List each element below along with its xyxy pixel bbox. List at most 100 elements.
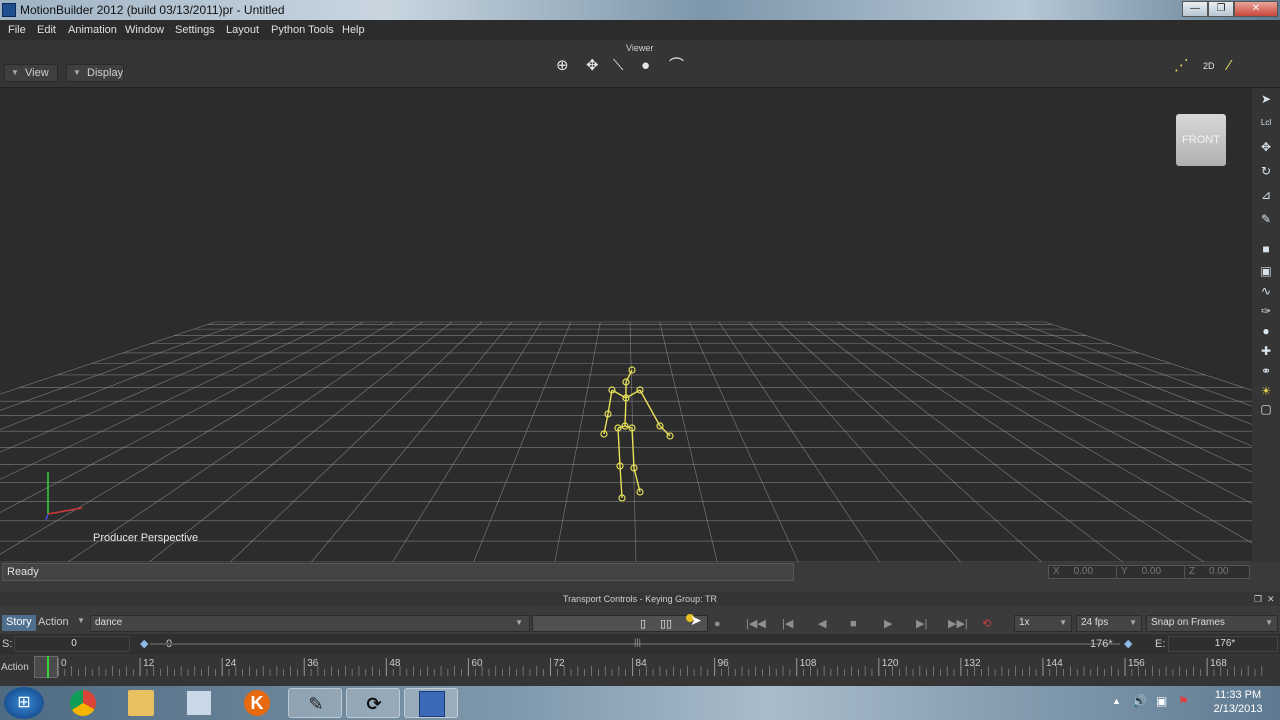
zoom-tool-icon[interactable]: ⟍ <box>613 58 624 74</box>
status-text: Ready <box>2 563 794 581</box>
lcl-button[interactable]: Lcl <box>1259 116 1273 130</box>
range-slider-grip-icon[interactable]: ||| <box>634 637 641 647</box>
3d-viewport[interactable]: FRONT Producer Perspective <box>0 88 1252 562</box>
mouse-cursor-icon: ➤ <box>690 612 702 628</box>
close-panel-icon[interactable]: ✕ <box>1267 594 1275 605</box>
taskbar-motionbuilder[interactable]: ⟳ <box>346 688 400 718</box>
range-end-handle-icon[interactable]: ◆ <box>1124 637 1132 650</box>
key-single-icon[interactable]: ▯ <box>640 616 646 632</box>
keyframe-tool-icon[interactable]: ⋰ <box>1174 58 1189 74</box>
speed-selector[interactable]: 1x ▼ <box>1014 615 1072 632</box>
menu-animation[interactable]: Animation <box>68 24 117 36</box>
record-icon[interactable]: ● <box>714 616 721 632</box>
maximize-panel-icon[interactable]: ❐ <box>1254 594 1262 605</box>
tab-story[interactable]: Story <box>2 615 36 631</box>
menu-layout[interactable]: Layout <box>226 24 259 36</box>
menu-python-tools[interactable]: Python Tools <box>271 24 334 36</box>
end-frame-field[interactable]: 176* <box>1168 636 1278 652</box>
curve-icon[interactable]: ∿ <box>1259 284 1273 298</box>
sphere-icon[interactable]: ● <box>1259 324 1273 338</box>
chevron-down-icon: ▼ <box>77 616 85 625</box>
key-double-icon[interactable]: ▯▯ <box>660 616 672 632</box>
start-label: S: <box>2 638 13 650</box>
minimize-button[interactable]: — <box>1182 1 1208 17</box>
next-key-icon[interactable]: ▶| <box>916 616 927 632</box>
cube-icon[interactable]: ▣ <box>1259 264 1273 278</box>
menu-window[interactable]: Window <box>125 24 164 36</box>
ruler-tick-label: 60 <box>471 658 483 669</box>
menu-edit[interactable]: Edit <box>37 24 56 36</box>
taskbar-media[interactable] <box>404 688 458 718</box>
scale-icon[interactable]: ⊿ <box>1259 188 1273 202</box>
constraint-icon[interactable]: ⚭ <box>1259 364 1273 378</box>
mode-2d-button[interactable]: 2D <box>1203 58 1215 74</box>
snap-selector[interactable]: Snap on Frames ▼ <box>1146 615 1278 632</box>
clock-time: 11:33 PM <box>1214 689 1262 701</box>
take-selector[interactable]: dance ▼ <box>90 615 530 632</box>
volume-icon[interactable]: 🔊 <box>1132 694 1147 708</box>
display-button-label: Display <box>87 67 124 79</box>
clock-date: 2/13/2013 <box>1213 703 1263 715</box>
stop-icon[interactable]: ■ <box>850 616 857 632</box>
k-app-icon: K <box>244 690 270 716</box>
taskbar-inkscape[interactable]: ✎ <box>288 688 342 718</box>
goto-start-icon[interactable]: |◀◀ <box>746 616 766 632</box>
ruler-tick-label: 24 <box>225 658 237 669</box>
end-label: E: <box>1155 638 1166 650</box>
time-range-bar: S: 0 ◆ 0 ||| 176* ◆ E: 176* <box>0 634 1280 654</box>
translate-icon[interactable]: ✥ <box>1259 140 1273 154</box>
roll-tool-icon[interactable]: ⌒ <box>669 58 684 74</box>
ruler-tick-label: 0 <box>61 658 67 669</box>
taskbar-k-app[interactable]: K <box>230 688 284 718</box>
light-icon[interactable]: ☀ <box>1259 384 1273 398</box>
taskbar-chrome[interactable] <box>56 688 110 718</box>
rotate-icon[interactable]: ↻ <box>1259 164 1273 178</box>
start-button[interactable]: ⊞ <box>4 687 44 719</box>
viewer-header: Viewer ▼ View ▼ Display <box>0 40 1280 88</box>
menu-file[interactable]: File <box>8 24 26 36</box>
action-center-icon[interactable]: ⚑ <box>1178 694 1189 708</box>
dolly-tool-icon[interactable]: ● <box>641 58 650 74</box>
start-frame-field[interactable]: 0 <box>14 636 130 652</box>
pick-tool-icon[interactable]: ⁄ <box>1228 58 1231 74</box>
taskbar-explorer[interactable] <box>114 688 168 718</box>
loop-icon[interactable]: ⟲ <box>982 616 991 632</box>
viewer-label: Viewer <box>626 43 654 53</box>
skeleton-icon[interactable]: ✚ <box>1259 344 1273 358</box>
view-menu-button[interactable]: ▼ View <box>4 64 58 82</box>
coord-z-field[interactable]: Z 0.00 <box>1184 565 1250 579</box>
display-menu-button[interactable]: ▼ Display <box>66 64 124 82</box>
system-clock[interactable]: 11:33 PM 2/13/2013 <box>1198 688 1278 716</box>
menu-bar: File Edit Animation Window Settings Layo… <box>0 20 1280 40</box>
restore-button[interactable]: ❐ <box>1208 1 1234 17</box>
network-icon[interactable]: ▣ <box>1156 694 1167 708</box>
ruler-tick-label: 84 <box>635 658 647 669</box>
menu-settings[interactable]: Settings <box>175 24 215 36</box>
pan-tool-icon[interactable]: ✥ <box>586 58 599 74</box>
chevron-down-icon: ▼ <box>1129 618 1137 627</box>
prev-key-icon[interactable]: |◀ <box>782 616 793 632</box>
motionbuilder-icon: ⟳ <box>366 694 382 714</box>
menu-help[interactable]: Help <box>342 24 365 36</box>
fps-selector[interactable]: 24 fps ▼ <box>1076 615 1142 632</box>
select-arrow-icon[interactable]: ➤ <box>1259 92 1273 106</box>
tab-action[interactable]: Action <box>34 615 73 631</box>
keying-mode-bar <box>532 615 708 632</box>
taskbar-calculator[interactable] <box>172 688 226 718</box>
nav-cube[interactable]: FRONT <box>1176 114 1226 166</box>
range-start-handle-icon[interactable]: ◆ <box>140 637 148 650</box>
frame-icon[interactable]: ▢ <box>1259 402 1273 416</box>
play-icon[interactable]: ▶ <box>884 616 892 632</box>
coord-y-field[interactable]: Y 0.00 <box>1116 565 1186 579</box>
coord-x-field[interactable]: X 0.00 <box>1048 565 1118 579</box>
play-reverse-icon[interactable]: ◀ <box>818 616 826 632</box>
pencil-icon[interactable]: ✎ <box>1259 212 1273 226</box>
timeline-ruler[interactable]: Action 0 12 24 36 48 60 72 84 96 108 120 132 144 156 1… <box>0 654 1280 686</box>
close-button[interactable]: ✕ <box>1234 1 1278 17</box>
tray-expand-icon[interactable]: ▲ <box>1112 696 1121 706</box>
paint-icon[interactable]: ✑ <box>1259 304 1273 318</box>
goto-end-icon[interactable]: ▶▶| <box>948 616 968 632</box>
windows-taskbar: ⊞ K ✎ ⟳ ▲ 🔊 ▣ ⚑ 11:33 PM 2/13/2013 <box>0 686 1280 720</box>
orbit-tool-icon[interactable]: ⊕ <box>556 58 569 74</box>
cube-solid-icon[interactable]: ■ <box>1259 242 1273 256</box>
